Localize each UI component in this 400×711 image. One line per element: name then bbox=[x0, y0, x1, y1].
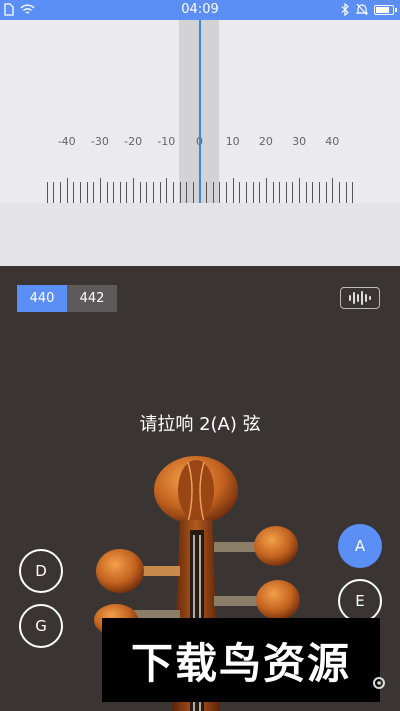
string-g-button[interactable]: G bbox=[19, 604, 63, 648]
pitch-440-button[interactable]: 440 bbox=[17, 285, 67, 312]
scale-tick bbox=[186, 182, 188, 203]
watermark-logo: 下载鸟资源 bbox=[102, 618, 380, 702]
scale-tick bbox=[153, 182, 155, 203]
scale-tick bbox=[146, 182, 148, 203]
scale-tick bbox=[126, 182, 128, 203]
bluetooth-icon bbox=[341, 3, 349, 16]
status-bar: 04:09 bbox=[0, 0, 400, 20]
scale-tick bbox=[86, 182, 88, 203]
scale-tick bbox=[232, 178, 234, 203]
scale-tick bbox=[192, 182, 194, 203]
scale-tick bbox=[352, 182, 354, 203]
battery-icon bbox=[374, 4, 397, 15]
scale-tick bbox=[119, 182, 121, 203]
gear-icon[interactable] bbox=[370, 674, 388, 692]
scale-tick bbox=[325, 182, 327, 203]
scale-tick bbox=[252, 182, 254, 203]
scale-tick bbox=[259, 182, 261, 203]
scale-label: -30 bbox=[90, 135, 109, 148]
mute-icon bbox=[356, 3, 368, 16]
scale-tick bbox=[272, 182, 274, 203]
pitch-442-button[interactable]: 442 bbox=[67, 285, 117, 312]
scale-tick bbox=[292, 182, 294, 203]
waveform-icon bbox=[349, 291, 371, 305]
scale-tick bbox=[239, 182, 241, 203]
scale-tick bbox=[93, 182, 95, 203]
scale-tick bbox=[166, 178, 168, 203]
scale-tick bbox=[159, 182, 161, 203]
scale-tick bbox=[345, 182, 347, 203]
waveform-button[interactable] bbox=[340, 287, 380, 309]
scale-tick bbox=[113, 182, 115, 203]
scale-tick bbox=[172, 182, 174, 203]
scale-tick bbox=[60, 182, 62, 203]
scale-tick bbox=[212, 182, 214, 203]
string-d-button[interactable]: D bbox=[19, 549, 63, 593]
scale-tick bbox=[319, 182, 321, 203]
scale-tick bbox=[338, 182, 340, 203]
scale-tick bbox=[73, 182, 75, 203]
tuner-meter: -40-30-20-10010203040 bbox=[0, 20, 400, 266]
scale-tick bbox=[46, 182, 48, 203]
scale-tick bbox=[133, 178, 135, 203]
scale-tick bbox=[305, 182, 307, 203]
scale-tick bbox=[139, 182, 141, 203]
scale-tick bbox=[265, 178, 267, 203]
reference-pitch-toggle: 440 442 bbox=[17, 285, 117, 312]
scale-tick bbox=[66, 178, 68, 203]
scale-tick bbox=[332, 178, 334, 203]
scale-tick bbox=[99, 178, 101, 203]
scale-label: -10 bbox=[157, 135, 176, 148]
scale-tick bbox=[53, 182, 55, 203]
scale-tick bbox=[285, 182, 287, 203]
tuner-needle bbox=[199, 20, 201, 203]
status-time: 04:09 bbox=[181, 2, 219, 17]
string-a-button[interactable]: A bbox=[338, 524, 382, 568]
scale-tick bbox=[179, 182, 181, 203]
scale-tick bbox=[299, 178, 301, 203]
scale-tick bbox=[279, 182, 281, 203]
scale-label: 40 bbox=[325, 135, 340, 148]
scale-label: -40 bbox=[57, 135, 76, 148]
scale-tick bbox=[206, 182, 208, 203]
scale-label: 20 bbox=[258, 135, 273, 148]
scale-tick bbox=[219, 182, 221, 203]
scale-tick bbox=[245, 182, 247, 203]
scale-tick bbox=[226, 182, 228, 203]
scale-tick bbox=[312, 182, 314, 203]
scale-tick bbox=[106, 182, 108, 203]
instruction-text: 请拉响 2(A) 弦 bbox=[139, 414, 261, 435]
scale-label: -20 bbox=[124, 135, 143, 148]
meter-footer bbox=[0, 203, 400, 266]
scale-label: 10 bbox=[225, 135, 240, 148]
scale-label: 30 bbox=[292, 135, 307, 148]
scale-tick bbox=[79, 182, 81, 203]
string-e-button[interactable]: E bbox=[338, 579, 382, 623]
